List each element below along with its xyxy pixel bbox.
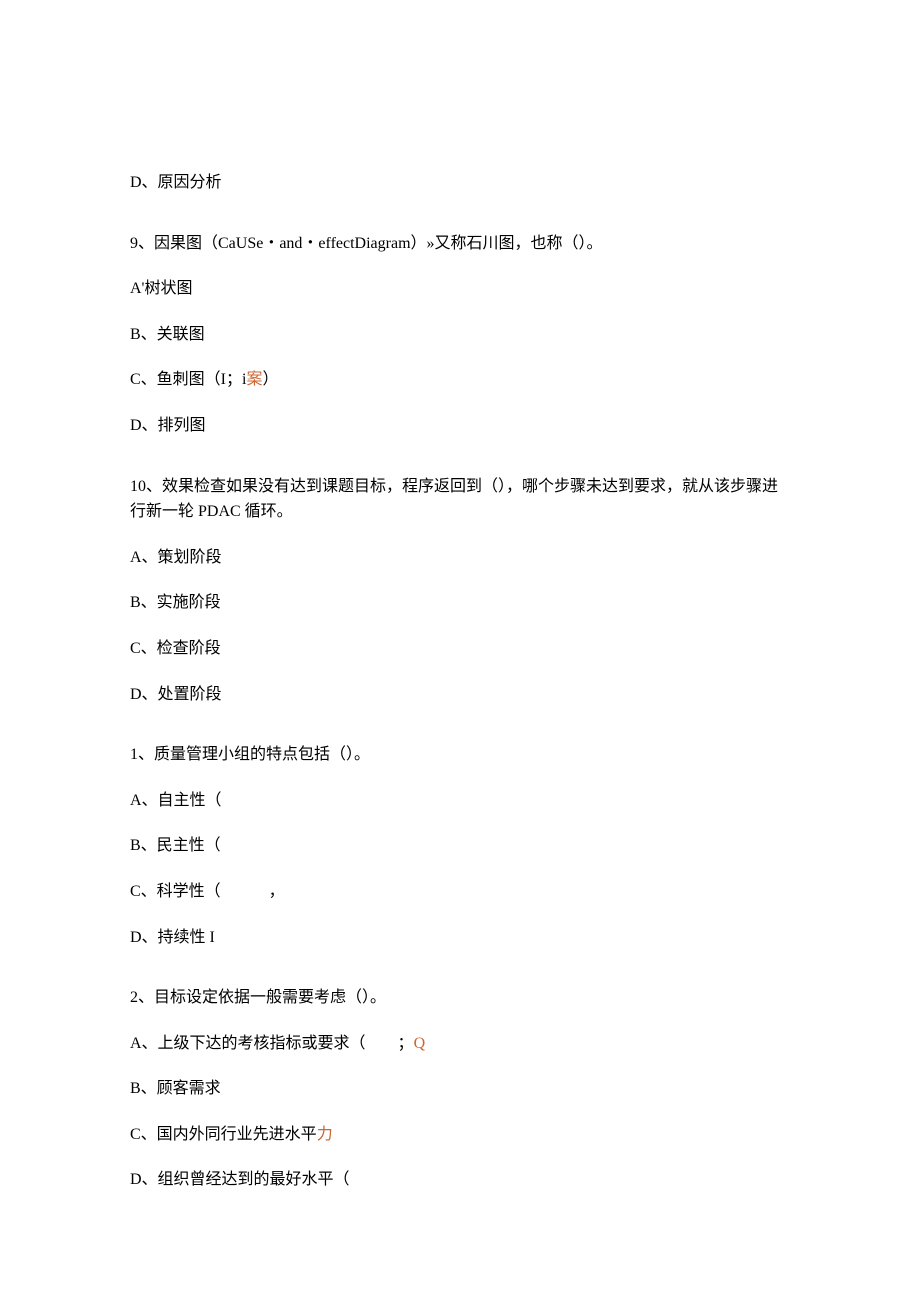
q10-option-b: B、实施阶段 (130, 590, 790, 616)
qm2-option-a: A、上级下达的考核指标或要求（ ；Q (130, 1031, 790, 1057)
qm2-option-c-highlight: 力 (317, 1126, 333, 1143)
qm2-option-a-prefix: A、上级下达的考核指标或要求（ ； (130, 1035, 414, 1052)
qm1-option-a: A、自主性（ (130, 788, 790, 814)
q9-option-c-highlight: 案 (246, 371, 262, 388)
q9-option-a: A'树状图 (130, 276, 790, 302)
qm1-option-c: C、科学性（ ， (130, 879, 790, 905)
qm2-text: 2、目标设定依据一般需要考虑（）。 (130, 985, 790, 1011)
q9-option-d: D、排列图 (130, 413, 790, 439)
qm2-option-a-highlight: Q (414, 1035, 426, 1052)
qm1-text: 1、质量管理小组的特点包括（）。 (130, 742, 790, 768)
q10-option-a: A、策划阶段 (130, 545, 790, 571)
q9-text: 9、因果图（CaUSe・and・effectDiagram）»又称石川图，也称（… (130, 231, 790, 257)
qm2-option-b: B、顾客需求 (130, 1076, 790, 1102)
q10-option-d: D、处置阶段 (130, 682, 790, 708)
qm1-option-b: B、民主性（ (130, 833, 790, 859)
q8-option-d: D、原因分析 (130, 170, 790, 196)
q9-option-c-suffix: ） (262, 371, 278, 388)
q10-option-c: C、检查阶段 (130, 636, 790, 662)
q9-option-b: B、关联图 (130, 322, 790, 348)
qm2-option-d: D、组织曾经达到的最好水平（ (130, 1167, 790, 1193)
qm2-option-c-prefix: C、国内外同行业先进水平 (130, 1126, 317, 1143)
q9-option-c: C、鱼刺图（I；i案） (130, 367, 790, 393)
q9-option-c-prefix: C、鱼刺图（I；i (130, 371, 246, 388)
qm2-option-c: C、国内外同行业先进水平力 (130, 1122, 790, 1148)
qm1-option-d: D、持续性 I (130, 925, 790, 951)
document-page: D、原因分析 9、因果图（CaUSe・and・effectDiagram）»又称… (0, 0, 920, 1313)
q10-text: 10、效果检查如果没有达到课题目标，程序返回到（），哪个步骤未达到要求，就从该步… (130, 474, 790, 525)
